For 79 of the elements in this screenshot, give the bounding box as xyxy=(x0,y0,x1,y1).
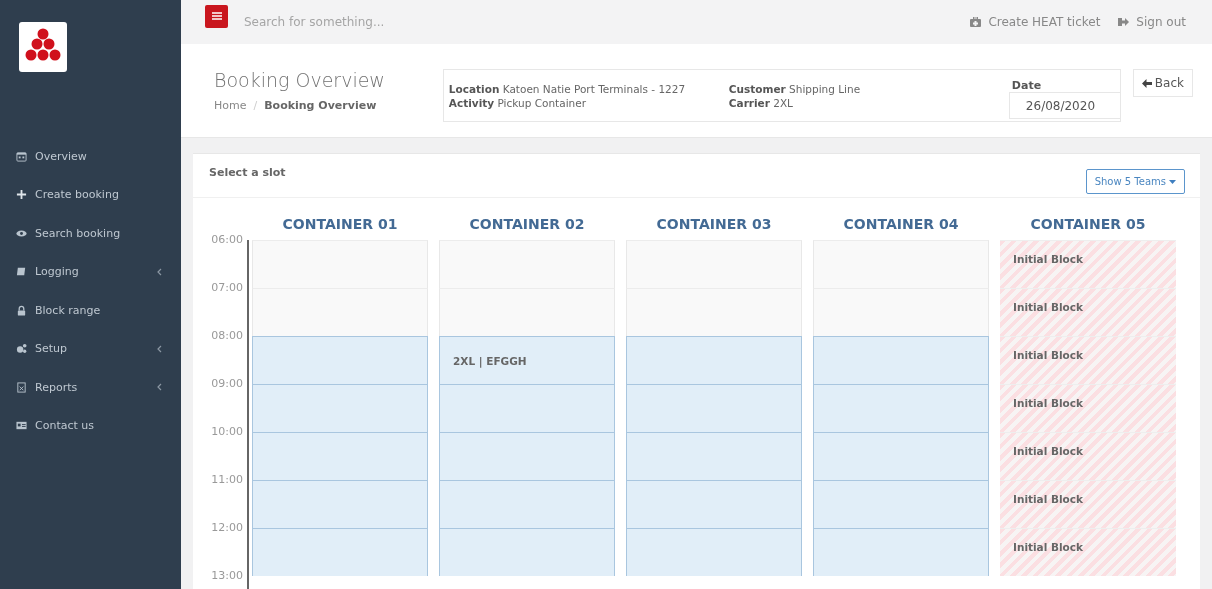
menu-item[interactable]: Setup xyxy=(0,329,181,368)
time-label: 13:00 xyxy=(211,568,243,584)
menu-icon xyxy=(211,12,222,20)
time-label: 12:00 xyxy=(211,520,243,536)
top-link[interactable]: Sign out xyxy=(1118,15,1186,29)
document-icon xyxy=(16,381,27,393)
date-label: Date xyxy=(1011,79,1043,92)
menu-item[interactable]: Logging xyxy=(0,252,181,291)
info-line: Carrier 2XL xyxy=(728,95,794,110)
column-header: CONTAINER 01 xyxy=(281,215,399,234)
booking-slot[interactable] xyxy=(252,432,428,480)
booking-slot[interactable] xyxy=(813,528,989,576)
teams-dropdown[interactable]: Show 5 Teams xyxy=(1085,169,1185,194)
closed-slot[interactable] xyxy=(813,288,989,336)
booking-slot[interactable] xyxy=(252,336,428,384)
booking-slot[interactable] xyxy=(813,336,989,384)
search-field[interactable]: Search for something... xyxy=(242,14,546,30)
date-field[interactable]: 26/08/2020 xyxy=(1008,92,1121,119)
menu-item[interactable]: Create booking xyxy=(0,175,181,214)
booking-slot[interactable] xyxy=(626,528,802,576)
booking-slot[interactable] xyxy=(626,384,802,432)
arrow-left-icon xyxy=(1141,78,1152,88)
booking-slot[interactable] xyxy=(439,528,615,576)
column-header: CONTAINER 03 xyxy=(655,215,773,234)
time-label: 07:00 xyxy=(211,280,243,296)
column-header: CONTAINER 04 xyxy=(842,215,960,234)
sign-out-icon xyxy=(1118,17,1130,27)
blocked-slot[interactable]: Initial Block xyxy=(1000,384,1176,432)
column-header: CONTAINER 05 xyxy=(1029,215,1147,234)
caret-icon xyxy=(1169,179,1176,184)
booking-slot[interactable] xyxy=(626,336,802,384)
medkit-icon xyxy=(970,17,982,27)
page-title: Booking Overview xyxy=(214,69,386,91)
booking-slot[interactable] xyxy=(813,432,989,480)
info-line: Customer Shipping Line xyxy=(728,81,862,96)
card-title: Select a slot xyxy=(209,166,286,179)
blocked-slot[interactable]: Initial Block xyxy=(1000,336,1176,384)
breadcrumb-separator: / xyxy=(253,99,258,112)
booking-slot[interactable] xyxy=(626,432,802,480)
blocked-slot[interactable]: Initial Block xyxy=(1000,528,1176,576)
booking-slot[interactable] xyxy=(252,480,428,528)
booking-slot[interactable] xyxy=(439,384,615,432)
menu-item[interactable]: Search booking xyxy=(0,214,181,253)
closed-slot[interactable] xyxy=(439,288,615,336)
booking-slot[interactable] xyxy=(813,480,989,528)
blocked-slot[interactable]: Initial Block xyxy=(1000,288,1176,336)
back-button[interactable]: Back xyxy=(1132,69,1193,97)
id-card-icon xyxy=(16,420,27,432)
booking-slot[interactable] xyxy=(813,384,989,432)
menu-item[interactable]: Reports xyxy=(0,368,181,407)
logo xyxy=(19,22,67,72)
closed-slot[interactable] xyxy=(626,288,802,336)
column-header: CONTAINER 02 xyxy=(468,215,586,234)
booking-slot[interactable]: 2XL | EFGGH xyxy=(439,336,615,384)
blocked-slot[interactable]: Initial Block xyxy=(1000,432,1176,480)
info-line: Location Katoen Natie Port Terminals - 1227 xyxy=(448,81,687,96)
time-label: 06:00 xyxy=(211,232,243,248)
blocked-slot[interactable]: Initial Block xyxy=(1000,240,1176,288)
breadcrumb-current: Booking Overview xyxy=(264,99,377,112)
time-label: 09:00 xyxy=(211,376,243,392)
blocked-slot[interactable]: Initial Block xyxy=(1000,480,1176,528)
plus-icon xyxy=(16,189,27,201)
booking-slot[interactable] xyxy=(439,432,615,480)
time-label: 11:00 xyxy=(211,472,243,488)
time-label: 08:00 xyxy=(211,328,243,344)
lock-icon xyxy=(16,304,27,316)
menu-item[interactable]: Contact us xyxy=(0,406,181,445)
booking-slot[interactable] xyxy=(252,528,428,576)
top-link[interactable]: Create HEAT ticket xyxy=(970,15,1101,29)
time-label: 10:00 xyxy=(211,424,243,440)
info-line: Activity Pickup Container xyxy=(448,95,587,110)
booking-slot[interactable] xyxy=(252,384,428,432)
closed-slot[interactable] xyxy=(252,288,428,336)
menu-item[interactable]: Overview xyxy=(0,137,181,176)
menu-button[interactable] xyxy=(205,4,228,28)
booking-slot[interactable] xyxy=(626,480,802,528)
menu-item[interactable]: Block range xyxy=(0,291,181,330)
breadcrumb-link[interactable]: Home xyxy=(214,99,247,112)
booking-slot[interactable] xyxy=(439,480,615,528)
